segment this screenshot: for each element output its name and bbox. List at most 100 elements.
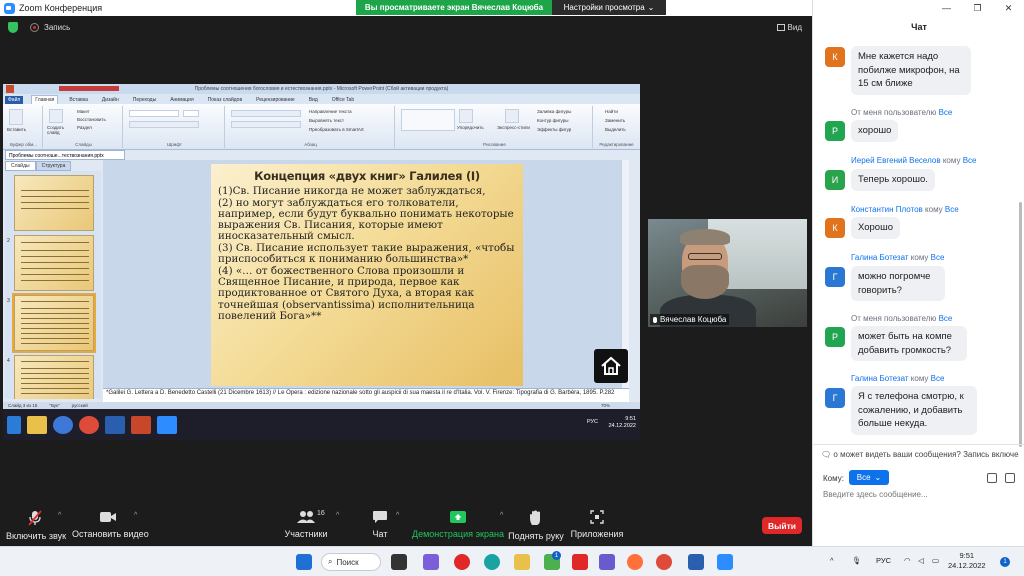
- chevron-up-icon[interactable]: ^: [500, 512, 503, 519]
- share-screen-button[interactable]: Демонстрация экрана ^: [412, 510, 504, 539]
- paste-icon[interactable]: [9, 109, 23, 125]
- chat-message[interactable]: Хорошо: [851, 217, 900, 239]
- slide-thumbnails[interactable]: 2 3 4: [5, 171, 101, 399]
- font-size-select[interactable]: [183, 110, 199, 117]
- ribbon-tab-design[interactable]: Дизайн: [99, 96, 122, 104]
- taskbar-search[interactable]: ⌕ Поиск: [321, 553, 381, 571]
- teams-icon[interactable]: [423, 554, 439, 570]
- reset-button[interactable]: Восстановить: [77, 117, 106, 122]
- recipient-select[interactable]: Все ⌄: [849, 470, 889, 485]
- firefox-icon[interactable]: [627, 554, 643, 570]
- chrome-icon[interactable]: [656, 554, 672, 570]
- select-button[interactable]: Выделить: [605, 127, 626, 132]
- align-text-button[interactable]: Выровнять текст: [309, 118, 344, 123]
- pane-tab-slides[interactable]: Слайды: [5, 161, 36, 171]
- chat-message[interactable]: хорошо: [851, 120, 899, 142]
- battery-icon[interactable]: ▭: [932, 556, 939, 565]
- zoom-level[interactable]: 70%: [601, 403, 610, 408]
- slide-thumbnail[interactable]: 4: [7, 355, 94, 399]
- leave-button[interactable]: Выйти: [762, 517, 802, 534]
- notes-pane[interactable]: *Galilei G. Lettera a D. Benedetto Caste…: [103, 388, 629, 402]
- chevron-up-icon[interactable]: ^: [336, 512, 339, 519]
- chat-button[interactable]: Чат ^: [366, 510, 399, 539]
- wifi-icon[interactable]: ◠: [904, 556, 911, 565]
- shape-outline-button[interactable]: Контур фигуры: [537, 118, 568, 123]
- ribbon-tab-insert[interactable]: Вставка: [66, 96, 91, 104]
- shapes-gallery[interactable]: [401, 109, 455, 131]
- document-tab[interactable]: Проблемы соотноше...тествознания.pptx: [5, 150, 125, 160]
- arrange-icon[interactable]: [459, 109, 473, 123]
- shape-effects-button[interactable]: Эффекты фигур: [537, 127, 571, 132]
- taskbar-clock[interactable]: 9:51 24.12.2022: [948, 551, 986, 571]
- smartart-button[interactable]: Преобразовать в SmartArt: [309, 127, 364, 132]
- tray-overflow-icon[interactable]: ^: [830, 556, 834, 565]
- more-options-icon[interactable]: [1005, 473, 1015, 483]
- notification-badge[interactable]: 1: [1000, 557, 1010, 567]
- home-button[interactable]: [594, 349, 628, 383]
- replace-button[interactable]: Заменить: [605, 118, 625, 123]
- chat-message[interactable]: Я с телефона смотрю, к сожалению, и доба…: [851, 386, 977, 435]
- slide-thumbnail-selected[interactable]: 3: [7, 293, 96, 353]
- layout-button[interactable]: Макет: [77, 109, 90, 114]
- list-buttons[interactable]: [231, 110, 301, 117]
- volume-icon[interactable]: ◁: [918, 556, 924, 565]
- new-slide-icon[interactable]: [49, 109, 63, 123]
- chevron-up-icon[interactable]: ^: [58, 512, 61, 519]
- chevron-up-icon[interactable]: ^: [396, 512, 399, 519]
- ribbon-tab-slideshow[interactable]: Показ слайдов: [205, 96, 245, 104]
- ribbon-tab-review[interactable]: Рецензирование: [253, 96, 298, 104]
- microphone-icon[interactable]: 🎙: [852, 556, 862, 565]
- windows-start-icon[interactable]: [296, 554, 312, 570]
- word-icon[interactable]: [688, 554, 704, 570]
- who-can-see-link[interactable]: 🗨 о может видеть ваши сообщения? Запись …: [821, 450, 1021, 459]
- stop-video-button[interactable]: Остановить видео ^: [72, 510, 149, 539]
- find-button[interactable]: Найти: [605, 109, 618, 114]
- explorer-icon[interactable]: [514, 554, 530, 570]
- shape-fill-button[interactable]: Заливка фигуры: [537, 109, 571, 114]
- ribbon-tab-transitions[interactable]: Переходы: [130, 96, 159, 104]
- chat-message[interactable]: Теперь хорошо.: [851, 169, 935, 191]
- close-icon[interactable]: ✕: [993, 0, 1024, 16]
- view-options-button[interactable]: Настройки просмотра ⌄: [552, 0, 666, 15]
- unmute-button[interactable]: Включить звук ^: [6, 510, 66, 541]
- security-shield-icon[interactable]: [8, 22, 18, 33]
- edge-icon[interactable]: [484, 554, 500, 570]
- pane-tab-outline[interactable]: Структура: [35, 161, 72, 171]
- chat-message[interactable]: может быть на компе добавить громкость?: [851, 326, 967, 361]
- input-language[interactable]: РУС: [876, 556, 891, 565]
- section-button[interactable]: Раздел: [77, 125, 92, 130]
- chat-message-input[interactable]: [823, 490, 1013, 499]
- ribbon-tab-view[interactable]: Вид: [306, 96, 321, 104]
- text-direction-button[interactable]: Направление текста: [309, 109, 352, 114]
- ribbon-tab-officetab[interactable]: Office Tab: [329, 96, 357, 104]
- minimize-icon[interactable]: —: [931, 0, 962, 16]
- zoom-icon[interactable]: [717, 554, 733, 570]
- raise-hand-button[interactable]: Поднять руку: [506, 510, 566, 541]
- quick-styles-icon[interactable]: [505, 109, 519, 123]
- maximize-icon[interactable]: ❐: [962, 0, 993, 16]
- opera-icon[interactable]: [454, 554, 470, 570]
- font-name-select[interactable]: [129, 110, 179, 117]
- ribbon-tab-file[interactable]: Файл: [5, 96, 24, 104]
- shared-screen[interactable]: Проблемы соотношения богословия и естест…: [3, 84, 640, 440]
- current-slide[interactable]: Концепция «двух книг» Галилея (I) (1)Св.…: [211, 164, 523, 386]
- font-format-buttons[interactable]: [129, 121, 199, 128]
- participant-video[interactable]: Вячеслав Коцюба: [648, 219, 807, 327]
- ribbon-tab-home[interactable]: Главная: [31, 95, 59, 104]
- chevron-up-icon[interactable]: ^: [134, 512, 137, 519]
- ribbon-tab-animation[interactable]: Анимация: [167, 96, 196, 104]
- align-buttons[interactable]: [231, 121, 301, 128]
- slide-thumbnail[interactable]: 2: [7, 235, 94, 291]
- task-view-icon[interactable]: [391, 554, 407, 570]
- yandex-icon[interactable]: [572, 554, 588, 570]
- slide-canvas[interactable]: Концепция «двух книг» Галилея (I) (1)Св.…: [103, 160, 629, 388]
- chat-scrollbar[interactable]: [1019, 32, 1022, 452]
- chat-message[interactable]: можно погромче говорить?: [851, 266, 945, 301]
- view-button[interactable]: Вид: [776, 23, 802, 32]
- app-icon[interactable]: [599, 554, 615, 570]
- participants-button[interactable]: 16 Участники ^: [284, 510, 340, 539]
- apps-button[interactable]: Приложения: [570, 510, 624, 539]
- chat-message[interactable]: Мне кажется надо побилже микрофон, на 15…: [851, 46, 971, 95]
- file-attach-icon[interactable]: [987, 473, 997, 483]
- slide-thumbnail[interactable]: [14, 175, 94, 231]
